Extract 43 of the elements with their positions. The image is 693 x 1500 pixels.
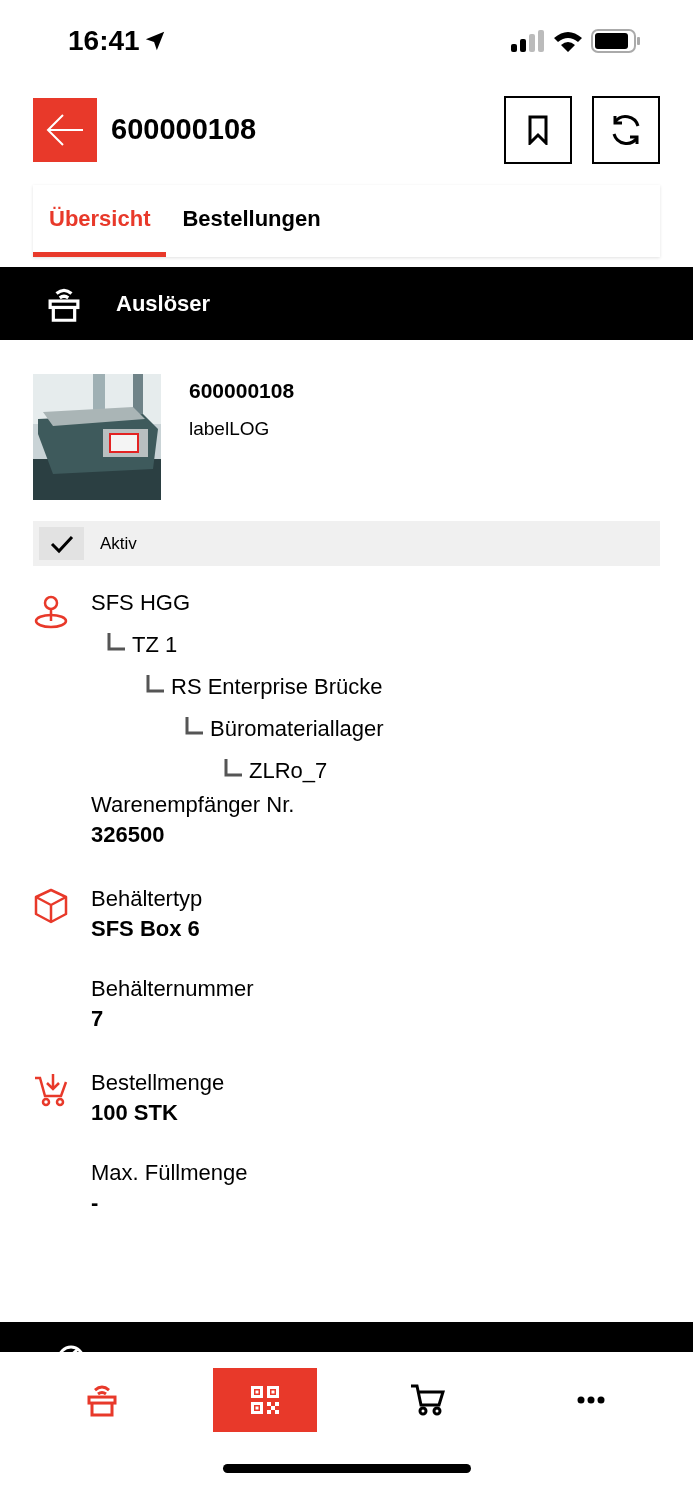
field-label: Bestellmenge [91,1069,226,1097]
checkbox[interactable] [39,527,84,560]
cart-download-icon [33,1072,69,1108]
qr-code-icon [250,1386,279,1414]
page-title: 600000108 [111,112,258,148]
location-item: SFS HGG [91,589,190,617]
back-arrow-icon [45,113,85,147]
section-title: Auslöser [116,290,211,318]
refresh-button[interactable] [592,96,660,164]
field-value: - [91,1189,100,1217]
cube-icon [33,888,69,924]
field-label: Behältertyp [91,885,204,913]
field-value: 100 STK [91,1099,179,1127]
location-pin-icon [33,594,69,630]
tab[interactable]: Bestellungen [166,185,337,257]
location-item: ZLRo_7 [249,757,328,785]
tree-branch-icon [146,675,164,693]
bookmark-button[interactable] [504,96,572,164]
clock-time: 16:41 [68,24,140,58]
location-item: RS Enterprise Brücke [171,673,383,701]
product-number: 600000108 [189,378,295,404]
status-label: Aktiv [100,532,137,555]
field-label: Behälternummer [91,975,254,1003]
tab[interactable]: Übersicht [33,185,167,257]
field-label: Max. Füllmenge [91,1159,248,1187]
field-label: Warenempfänger Nr. [91,791,296,819]
tree-branch-icon [224,759,242,777]
bookmark-icon [528,115,548,145]
check-icon [49,533,74,554]
field-value: SFS Box 6 [91,915,201,943]
tree-branch-icon [107,633,125,651]
field-value: 326500 [91,821,166,849]
battery-icon [591,29,641,53]
wifi-icon [553,30,583,52]
field-value: 7 [91,1005,105,1033]
back-button[interactable] [33,98,97,162]
cart-icon [411,1384,446,1416]
signal-icon [511,30,545,52]
more-icon [577,1396,606,1404]
location-item: TZ 1 [132,631,178,659]
product-name: labelLOG [189,416,271,441]
location-item: Büromateriallager [210,715,384,743]
tree-branch-icon [185,717,203,735]
